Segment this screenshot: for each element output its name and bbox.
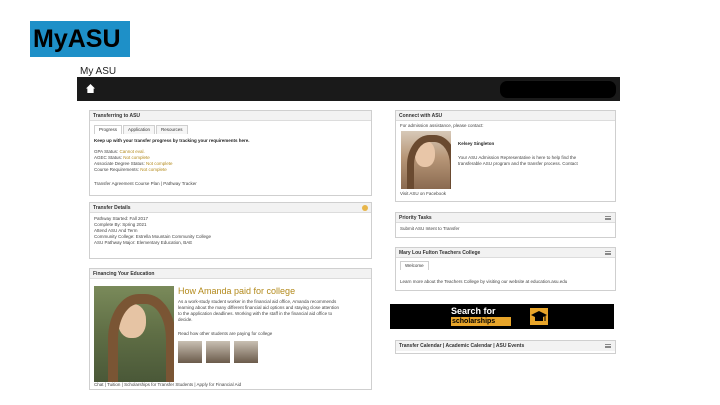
panel-header: Transferring to ASU (90, 111, 371, 121)
student-thumbnail[interactable] (234, 341, 258, 363)
student-thumbnail[interactable] (206, 341, 230, 363)
associate-value[interactable]: Not complete (146, 161, 173, 166)
detail-line: ASU Pathway Major: Elementary Education,… (94, 240, 193, 245)
panel-header: Connect with ASU (396, 111, 615, 121)
priority-tasks-panel: Priority Tasks Submit ASU Intent to Tran… (395, 212, 616, 238)
banner-line2: scholarships (451, 317, 511, 326)
panel-title: Connect with ASU (399, 113, 443, 119)
agec-value[interactable]: Not complete (123, 155, 150, 160)
college-body: Learn more about the Teachers College by… (400, 279, 568, 284)
tab-application[interactable]: Application (123, 125, 156, 134)
panel-header: Transfer Calendar | Academic Calendar | … (396, 341, 615, 351)
top-navigation-bar (77, 77, 620, 101)
menu-icon[interactable] (605, 344, 611, 348)
associate-label: Associate Degree Status: (94, 161, 145, 166)
panel-header: Priority Tasks (396, 213, 615, 223)
transferring-panel: Transferring to ASU Progress Application… (89, 110, 372, 196)
story-headline[interactable]: How Amanda paid for college (178, 286, 295, 296)
course-req-label: Course Requirements: (94, 167, 140, 172)
collapse-icon[interactable] (362, 205, 368, 211)
banner-line1: Search for (451, 306, 496, 316)
panel-header: Mary Lou Fulton Teachers College (396, 248, 615, 258)
tab-resources[interactable]: Resources (156, 125, 188, 134)
panel-title: Priority Tasks (399, 215, 432, 221)
panel-title: Financing Your Education (93, 271, 155, 277)
account-menu[interactable] (500, 81, 616, 98)
panel-header: Financing Your Education (90, 269, 371, 279)
menu-icon[interactable] (605, 251, 611, 255)
calendar-links[interactable]: Transfer Calendar | Academic Calendar | … (399, 343, 524, 349)
connect-panel: Connect with ASU For admission assistanc… (395, 110, 616, 202)
course-req-value[interactable]: Not complete (140, 167, 167, 172)
progress-intro: Keep up with your transfer progress by t… (94, 138, 250, 143)
panel-header: Transfer Details (90, 203, 371, 213)
priority-task-item[interactable]: Submit ASU Intent to Transfer (400, 226, 460, 233)
financing-links[interactable]: Chat | Tuition | Scholarships for Transf… (94, 382, 241, 389)
transfer-tabs: Progress Application Resources (94, 125, 189, 134)
story-body-line: to the application deadlines. Working wi… (178, 311, 333, 316)
panel-title: Mary Lou Fulton Teachers College (399, 250, 481, 256)
advisor-photo (401, 131, 451, 189)
page-title: My ASU (80, 66, 117, 77)
teachers-college-panel: Mary Lou Fulton Teachers College Welcome… (395, 247, 616, 291)
menu-icon[interactable] (605, 216, 611, 220)
tab-progress[interactable]: Progress (94, 125, 123, 134)
home-icon[interactable] (86, 84, 95, 93)
story-body-line: decide. (178, 317, 193, 322)
financing-panel: Financing Your Education How Amanda paid… (89, 268, 372, 390)
student-thumbnail[interactable] (178, 341, 202, 363)
connect-links[interactable]: Visit ASU on Facebook (400, 191, 446, 198)
connect-intro: For admission assistance, please contact… (400, 123, 484, 128)
advisor-name: Kelsey Singleton (458, 141, 495, 146)
calendar-panel: Transfer Calendar | Academic Calendar | … (395, 340, 616, 354)
advisor-body-line: transferable ASU program and the transfe… (458, 161, 578, 166)
tab-welcome[interactable]: Welcome (400, 261, 429, 270)
transfer-details-panel: Transfer Details Pathway Started: Fall 2… (89, 202, 372, 259)
agec-label: AGEC Status: (94, 155, 123, 160)
gpa-label: GPA Status: (94, 149, 119, 154)
amanda-photo (94, 286, 174, 382)
transfer-links[interactable]: Transfer Agreement Course Plan | Pathway… (94, 181, 197, 188)
graduation-cap-icon (530, 308, 548, 325)
panel-title: Transferring to ASU (93, 113, 141, 119)
college-tabs: Welcome (400, 261, 430, 270)
slide-title: MyASU (30, 21, 130, 57)
panel-title: Transfer Details (93, 205, 131, 211)
gpa-value[interactable]: Cannot eval. (119, 149, 144, 154)
more-stories-link[interactable]: Read how other students are paying for c… (178, 331, 272, 338)
scholarship-banner[interactable]: Search for scholarships (390, 304, 614, 329)
